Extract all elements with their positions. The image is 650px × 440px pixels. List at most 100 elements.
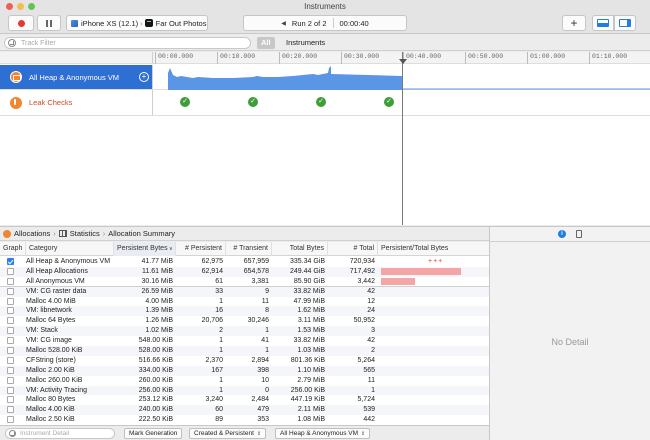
column-header-graph[interactable]: Graph [0,242,26,256]
cell-total-count: 2 [371,347,375,355]
graph-checkbox[interactable] [7,327,14,335]
document-icon[interactable] [576,230,582,238]
jump-bar-view[interactable]: Statistics [70,229,100,238]
category-popup[interactable]: All Heap & Anonymous VM ⇕ [275,428,371,439]
scope-all-button[interactable]: All [257,37,275,49]
track-leak-checks[interactable]: Leak Checks ✓ ✓ ✓ ✓ [0,90,650,116]
bottom-panel-icon [597,19,609,27]
graph-checkbox[interactable] [7,337,14,345]
close-window-button[interactable] [6,3,13,10]
track-area: 00:00.000 00:10.000 00:20.000 00:30.000 00:4… [0,52,650,225]
table-row[interactable]: Malloc 4.00 KiB 240.00 KiB 60 479 2.11 MiB 53… [0,405,489,416]
cell-total-bytes: 1.53 MiB [297,327,325,335]
column-header-persistent-count[interactable]: # Persistent [176,242,226,256]
table-row[interactable]: All Anonymous VM 30.16 MiB 61 3,381 85.90 Gi… [0,277,489,287]
graph-checkbox[interactable] [7,406,14,414]
graph-checkbox[interactable] [7,416,14,424]
graph-checkbox[interactable] [7,386,14,394]
column-header-total-count[interactable]: # Total [328,242,378,256]
table-row[interactable]: Malloc 528.00 KiB 528.00 KiB 1 1 1.03 MiB 2 [0,346,489,356]
column-header-persistent-bytes[interactable]: Persistent Bytes ∨ [114,242,176,256]
graph-checkbox[interactable] [7,267,14,275]
graph-checkbox[interactable] [7,307,14,315]
cell-total-count: 3 [371,327,375,335]
cell-transient-count: 9 [265,287,269,295]
table-row[interactable]: All Heap & Anonymous VM 41.77 MiB 62,975 65… [0,257,489,267]
lifespan-popup[interactable]: Created & Persistent ⇕ [189,428,267,439]
record-button[interactable] [8,15,34,31]
divider [332,18,334,28]
column-header-label: Persistent Bytes [117,245,168,252]
graph-checkbox[interactable] [7,317,14,325]
plus-icon: + [570,16,578,30]
cell-category: Malloc 4.00 MiB [26,297,76,305]
table-row[interactable]: Malloc 2.00 KiB 334.00 KiB 167 398 1.10 MiB 5… [0,365,489,376]
table-row[interactable]: VM: CG image 548.00 KiB 1 41 33.82 MiB 42 [0,336,489,346]
cell-persistent-count: 20,706 [201,317,223,325]
table-row[interactable]: VM: CG raster data 26.59 MiB 33 9 33.82 MiB 4… [0,286,489,297]
zoom-window-button[interactable] [28,3,35,10]
pause-button[interactable] [37,15,61,31]
graph-checkbox[interactable] [7,396,14,404]
table-row[interactable]: VM: Stack 1.02 MiB 2 1 1.53 MiB 3 [0,326,489,337]
graph-checkbox[interactable] [7,347,14,355]
jump-bar-detail[interactable]: Allocation Summary [108,229,175,238]
cell-transient-count: 3,381 [251,277,269,285]
leak-check-passed-icon[interactable]: ✓ [384,97,394,107]
cell-persistent-bytes: 548.00 KiB [138,337,173,345]
instrument-detail-field[interactable]: Instrument Detail [5,428,115,439]
graph-checkbox[interactable] [7,277,14,285]
minimize-window-button[interactable] [17,3,24,10]
leak-check-passed-icon[interactable]: ✓ [248,97,258,107]
table-row[interactable]: All Heap Allocations 11.61 MiB 62,914 654,5… [0,266,489,277]
ruler-tick-label: 00:30.000 [344,53,380,60]
column-header-persistent-total-bytes[interactable]: Persistent/Total Bytes [378,242,489,256]
inspection-head-marker[interactable] [399,59,407,64]
previous-run-icon[interactable]: ◀ [281,20,286,27]
leak-check-passed-icon[interactable]: ✓ [180,97,190,107]
graph-checkbox[interactable] [7,287,14,295]
graph-checkbox[interactable] [7,366,14,374]
table-row[interactable]: Malloc 260.00 KiB 260.00 KiB 1 10 2.79 MiB 11 [0,376,489,386]
mark-generation-button[interactable]: Mark Generation [124,428,183,439]
cell-category: Malloc 260.00 KiB [26,376,83,384]
cell-persistent-bytes: 256.00 KiB [138,386,173,394]
graph-checkbox[interactable] [7,376,14,384]
cell-persistent-count: 1 [219,386,223,394]
track-header-spacer [0,52,153,64]
leak-check-passed-icon[interactable]: ✓ [316,97,326,107]
track-allocations[interactable]: All Heap & Anonymous VM + [0,65,650,90]
expand-track-icon[interactable]: + [139,72,149,82]
cell-persistent-bytes: 11.61 MiB [142,267,173,275]
table-row[interactable]: CFString (store) 516.66 KiB 2,370 2,894 801.… [0,356,489,366]
table-row[interactable]: Malloc 64 Bytes 1.26 MiB 20,706 30,246 3.11 … [0,316,489,326]
table-row[interactable]: Malloc 4.00 MiB 4.00 MiB 1 11 47.99 MiB 12 [0,297,489,307]
add-instrument-button[interactable]: + [562,15,586,31]
table-row[interactable]: Malloc 2.50 KiB 222.50 KiB 89 353 1.08 MiB 44… [0,415,489,425]
toggle-detail-area-button[interactable] [592,15,614,31]
cell-category: All Anonymous VM [26,277,85,285]
graph-checkbox[interactable] [7,297,14,305]
track-label[interactable]: Leak Checks [0,90,153,115]
column-header-transient-count[interactable]: # Transient [226,242,272,256]
track-filter-field[interactable]: Track Filter [4,37,251,49]
table-row[interactable]: VM: Activity Tracing 256.00 KiB 1 0 256.00 K… [0,385,489,396]
inspection-head-line[interactable] [402,52,403,225]
cell-persistent-count: 60 [215,406,223,414]
cell-persistent-count: 1 [219,297,223,305]
target-selector[interactable]: iPhone XS (12.1) › Far Out Photos [66,15,208,31]
column-header-total-bytes[interactable]: Total Bytes [272,242,328,256]
toggle-inspector-button[interactable] [614,15,636,31]
jump-bar-instrument[interactable]: Allocations [14,229,50,238]
column-header-category[interactable]: Category [26,242,114,256]
track-label[interactable]: All Heap & Anonymous VM + [0,65,153,89]
graph-checkbox[interactable] [7,258,14,265]
leaks-icon [10,96,22,109]
table-row[interactable]: Malloc 80 Bytes 253.12 KiB 3,240 2,484 447.1… [0,395,489,405]
graph-checkbox[interactable] [7,356,14,364]
scope-instruments-button[interactable]: Instruments [282,37,329,49]
table-row[interactable]: VM: libnetwork 1.39 MiB 16 8 1.62 MiB 24 [0,306,489,317]
track-name: Leak Checks [29,98,73,107]
info-icon[interactable]: i [558,230,566,238]
cell-category: VM: CG raster data [26,287,87,295]
